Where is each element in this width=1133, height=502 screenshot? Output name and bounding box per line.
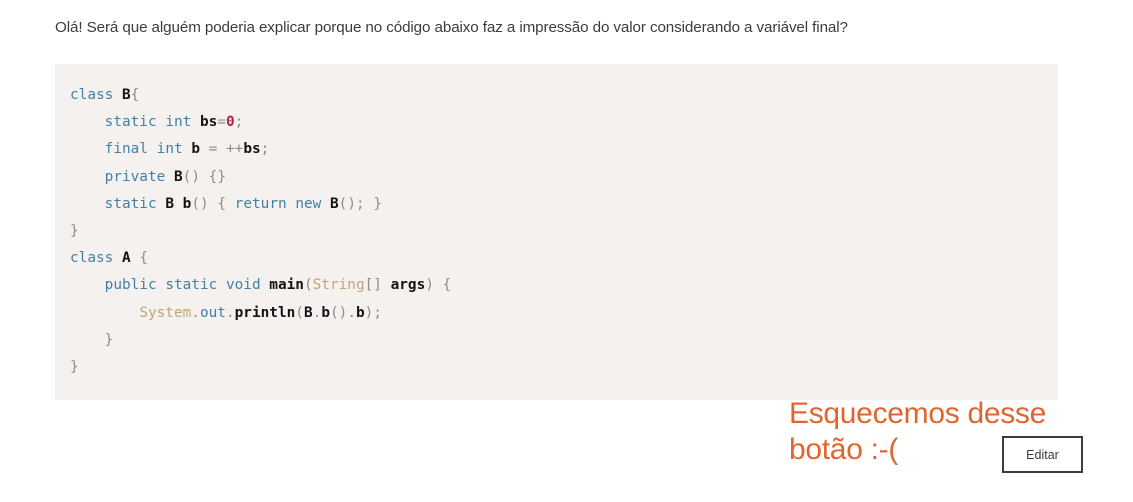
code-token-punc: () bbox=[182, 168, 200, 185]
code-token-id: b bbox=[355, 304, 365, 321]
code-token-kw: static bbox=[104, 114, 157, 131]
code-token-kw: class bbox=[70, 87, 114, 103]
code-token-punc: } bbox=[70, 222, 79, 239]
code-token-kw: private bbox=[104, 168, 166, 185]
code-content: class B{ static int bs=0; final int b = … bbox=[55, 82, 1058, 381]
code-token-punc: {} bbox=[208, 168, 226, 185]
code-token-kw: int bbox=[156, 141, 183, 158]
code-token-kw: public bbox=[104, 277, 157, 294]
code-token-id: A bbox=[122, 250, 131, 267]
code-token-punc: { bbox=[139, 250, 149, 267]
code-token-id: B bbox=[122, 87, 131, 103]
code-token-type: System bbox=[139, 304, 192, 321]
edit-button[interactable]: Editar bbox=[1002, 436, 1083, 473]
code-token-type: String bbox=[312, 277, 365, 294]
code-token-punc: ( bbox=[295, 304, 304, 321]
code-token-punc: ) bbox=[425, 277, 434, 294]
code-token-punc: (); bbox=[338, 195, 365, 212]
code-token-id: B bbox=[165, 195, 174, 212]
code-token-punc: [] bbox=[364, 277, 382, 294]
code-token-punc: ); bbox=[364, 304, 382, 321]
code-token-punc: . bbox=[347, 304, 356, 321]
code-token-punc: = bbox=[217, 114, 226, 131]
code-token-punc: () bbox=[329, 304, 348, 321]
code-token-id: b bbox=[191, 141, 200, 158]
code-line: public static void main(String[] args) { bbox=[55, 272, 1058, 299]
code-line: } bbox=[55, 218, 1058, 245]
code-token-punc: { bbox=[442, 277, 452, 294]
code-line: class B{ bbox=[55, 82, 1058, 109]
code-token-id: main bbox=[269, 277, 304, 294]
code-token-kw: int bbox=[165, 114, 192, 131]
code-token-punc: . bbox=[191, 304, 200, 321]
code-root: class B{ static int bs=0; final int b = … bbox=[55, 82, 1058, 381]
code-line: } bbox=[55, 327, 1058, 354]
code-token-punc: ; bbox=[234, 114, 244, 131]
code-line: private B() {} bbox=[55, 164, 1058, 191]
code-line: static int bs=0; bbox=[55, 109, 1058, 136]
code-token-punc: . bbox=[225, 304, 235, 321]
code-token-punc: () bbox=[191, 195, 209, 212]
code-token-id: println bbox=[234, 304, 296, 321]
code-token-id: bs bbox=[199, 114, 218, 131]
code-line: final int b = ++bs; bbox=[55, 136, 1058, 163]
code-line: System.out.println(B.b().b); bbox=[55, 300, 1058, 327]
code-token-kw: static bbox=[165, 277, 218, 294]
code-token-kw: out bbox=[199, 304, 226, 321]
code-token-kw: static bbox=[104, 195, 157, 212]
code-token-punc: ( bbox=[303, 277, 313, 294]
code-token-punc: { bbox=[217, 195, 226, 212]
question-text: Olá! Será que alguém poderia explicar po… bbox=[55, 19, 848, 36]
code-token-punc: . bbox=[312, 304, 322, 321]
code-token-id: args bbox=[390, 277, 426, 294]
code-token-kw: final bbox=[104, 141, 148, 158]
code-token-id: b bbox=[321, 304, 330, 321]
code-token-kw: void bbox=[225, 277, 261, 294]
code-token-punc: ; bbox=[260, 141, 270, 158]
code-token-kw: return bbox=[234, 195, 287, 212]
code-line: } bbox=[55, 354, 1058, 381]
code-line: static B b() { return new B(); } bbox=[55, 191, 1058, 218]
annotation-line-1: Esquecemos desse bbox=[789, 397, 1047, 430]
code-token-punc: ++ bbox=[226, 141, 244, 158]
code-token-punc: } bbox=[373, 195, 383, 212]
code-token-id: B bbox=[173, 168, 183, 185]
code-token-id: B bbox=[303, 304, 313, 321]
code-token-kw: new bbox=[295, 195, 322, 212]
code-token-num: 0 bbox=[225, 114, 235, 131]
code-token-punc: } bbox=[104, 331, 114, 348]
code-token-id: bs bbox=[243, 141, 261, 158]
code-line: class A { bbox=[55, 245, 1058, 272]
code-token-punc: { bbox=[130, 87, 140, 103]
code-token-kw: class bbox=[70, 250, 114, 267]
code-token-punc: } bbox=[70, 358, 79, 375]
code-block: class B{ static int bs=0; final int b = … bbox=[55, 64, 1058, 400]
code-token-id: B bbox=[330, 195, 339, 212]
